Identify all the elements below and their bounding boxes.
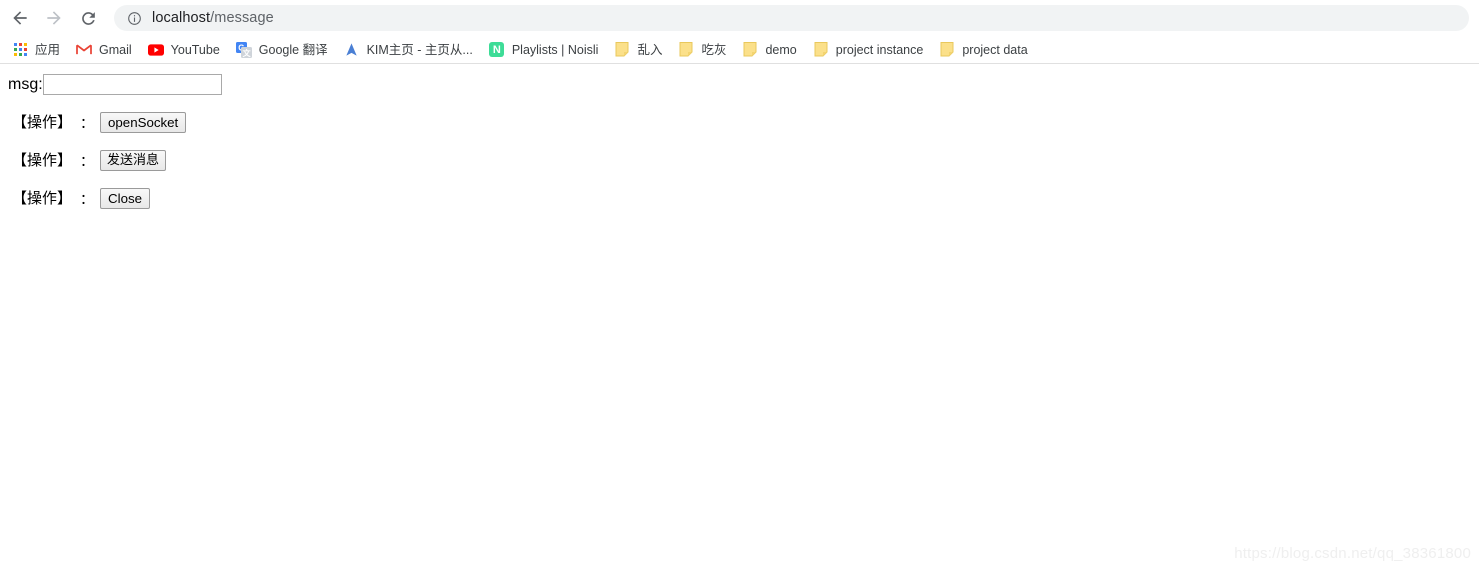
folder-icon <box>678 42 694 58</box>
folder-icon <box>813 42 829 58</box>
bookmark-folder-luanru[interactable]: 乱入 <box>612 39 670 61</box>
operation-colon: ： <box>80 153 95 170</box>
operation-row-close: 【操作】 ： Close <box>8 188 1471 209</box>
operation-colon: ： <box>80 191 95 208</box>
bookmark-label: KIM主页 - 主页从... <box>366 42 473 57</box>
youtube-icon <box>147 42 164 58</box>
bookmark-label: Playlists | Noisli <box>511 42 599 57</box>
back-button[interactable] <box>6 4 34 32</box>
arrow-right-icon <box>47 11 61 25</box>
address-bar-url: localhost/message <box>152 10 274 26</box>
bookmark-label: project instance <box>835 42 924 57</box>
info-circle-icon[interactable] <box>126 10 142 26</box>
operation-label: 【操作】 <box>12 113 73 131</box>
operation-colon: ： <box>80 115 95 132</box>
gmail-icon <box>76 42 92 58</box>
bookmark-folder-project-data[interactable]: project data <box>937 39 1035 61</box>
bookmark-label: demo <box>765 42 797 57</box>
apps-grid-icon <box>12 42 28 58</box>
kim-arrow-icon <box>344 42 360 58</box>
address-bar[interactable]: localhost/message <box>114 5 1469 31</box>
bookmark-noisli[interactable]: N Playlists | Noisli <box>487 39 607 61</box>
open-socket-button[interactable]: openSocket <box>100 112 187 133</box>
bookmark-label: 吃灰 <box>701 42 727 57</box>
bookmark-folder-chihui[interactable]: 吃灰 <box>676 39 734 61</box>
msg-input[interactable] <box>42 74 222 95</box>
bookmark-label: YouTube <box>170 42 220 57</box>
operation-row-open-socket: 【操作】 ： openSocket <box>8 112 1471 133</box>
svg-text:文: 文 <box>242 48 251 58</box>
bookmark-google-translate[interactable]: G 文 Google 翻译 <box>234 39 336 61</box>
operation-row-send-message: 【操作】 ： 发送消息 <box>8 150 1471 171</box>
msg-label: msg: <box>8 76 43 93</box>
operation-label: 【操作】 <box>12 189 73 207</box>
bookmarks-bar: 应用 Gmail YouTube 文 Google 翻译 KIM主页 - 主页从… <box>0 36 1479 64</box>
forward-button[interactable] <box>40 4 68 32</box>
msg-row: msg: <box>8 74 1471 95</box>
url-host: localhost <box>152 10 211 26</box>
bookmark-label: 应用 <box>35 42 61 57</box>
arrow-left-icon <box>13 11 27 25</box>
page-content: msg: 【操作】 ： openSocket 【操作】 ： 发送消息 【操作】 … <box>0 64 1479 572</box>
bookmark-youtube[interactable]: YouTube <box>146 39 228 61</box>
folder-icon <box>614 42 630 58</box>
reload-icon <box>81 11 95 25</box>
send-message-button[interactable]: 发送消息 <box>100 150 167 171</box>
operation-label: 【操作】 <box>12 151 73 169</box>
bookmark-apps[interactable]: 应用 <box>10 39 68 61</box>
noisli-icon: N <box>489 42 505 58</box>
bookmark-gmail[interactable]: Gmail <box>74 39 140 61</box>
url-path: /message <box>210 10 274 26</box>
watermark: https://blog.csdn.net/qq_38361800 <box>1234 545 1471 562</box>
bookmark-kim[interactable]: KIM主页 - 主页从... <box>342 39 481 61</box>
bookmark-label: Google 翻译 <box>258 42 328 57</box>
bookmark-label: 乱入 <box>637 42 663 57</box>
bookmark-folder-demo[interactable]: demo <box>740 39 804 61</box>
bookmark-label: project data <box>962 42 1028 57</box>
bookmark-folder-project-instance[interactable]: project instance <box>811 39 932 61</box>
close-button[interactable]: Close <box>100 188 151 209</box>
google-translate-icon: G 文 <box>235 41 252 58</box>
reload-button[interactable] <box>74 4 102 32</box>
bookmark-label: Gmail <box>99 42 132 57</box>
folder-icon <box>742 42 758 58</box>
browser-toolbar: localhost/message <box>0 0 1479 36</box>
browser-chrome: localhost/message 应用 Gmail YouTube 文 Goo… <box>0 0 1479 64</box>
folder-icon <box>939 42 955 58</box>
